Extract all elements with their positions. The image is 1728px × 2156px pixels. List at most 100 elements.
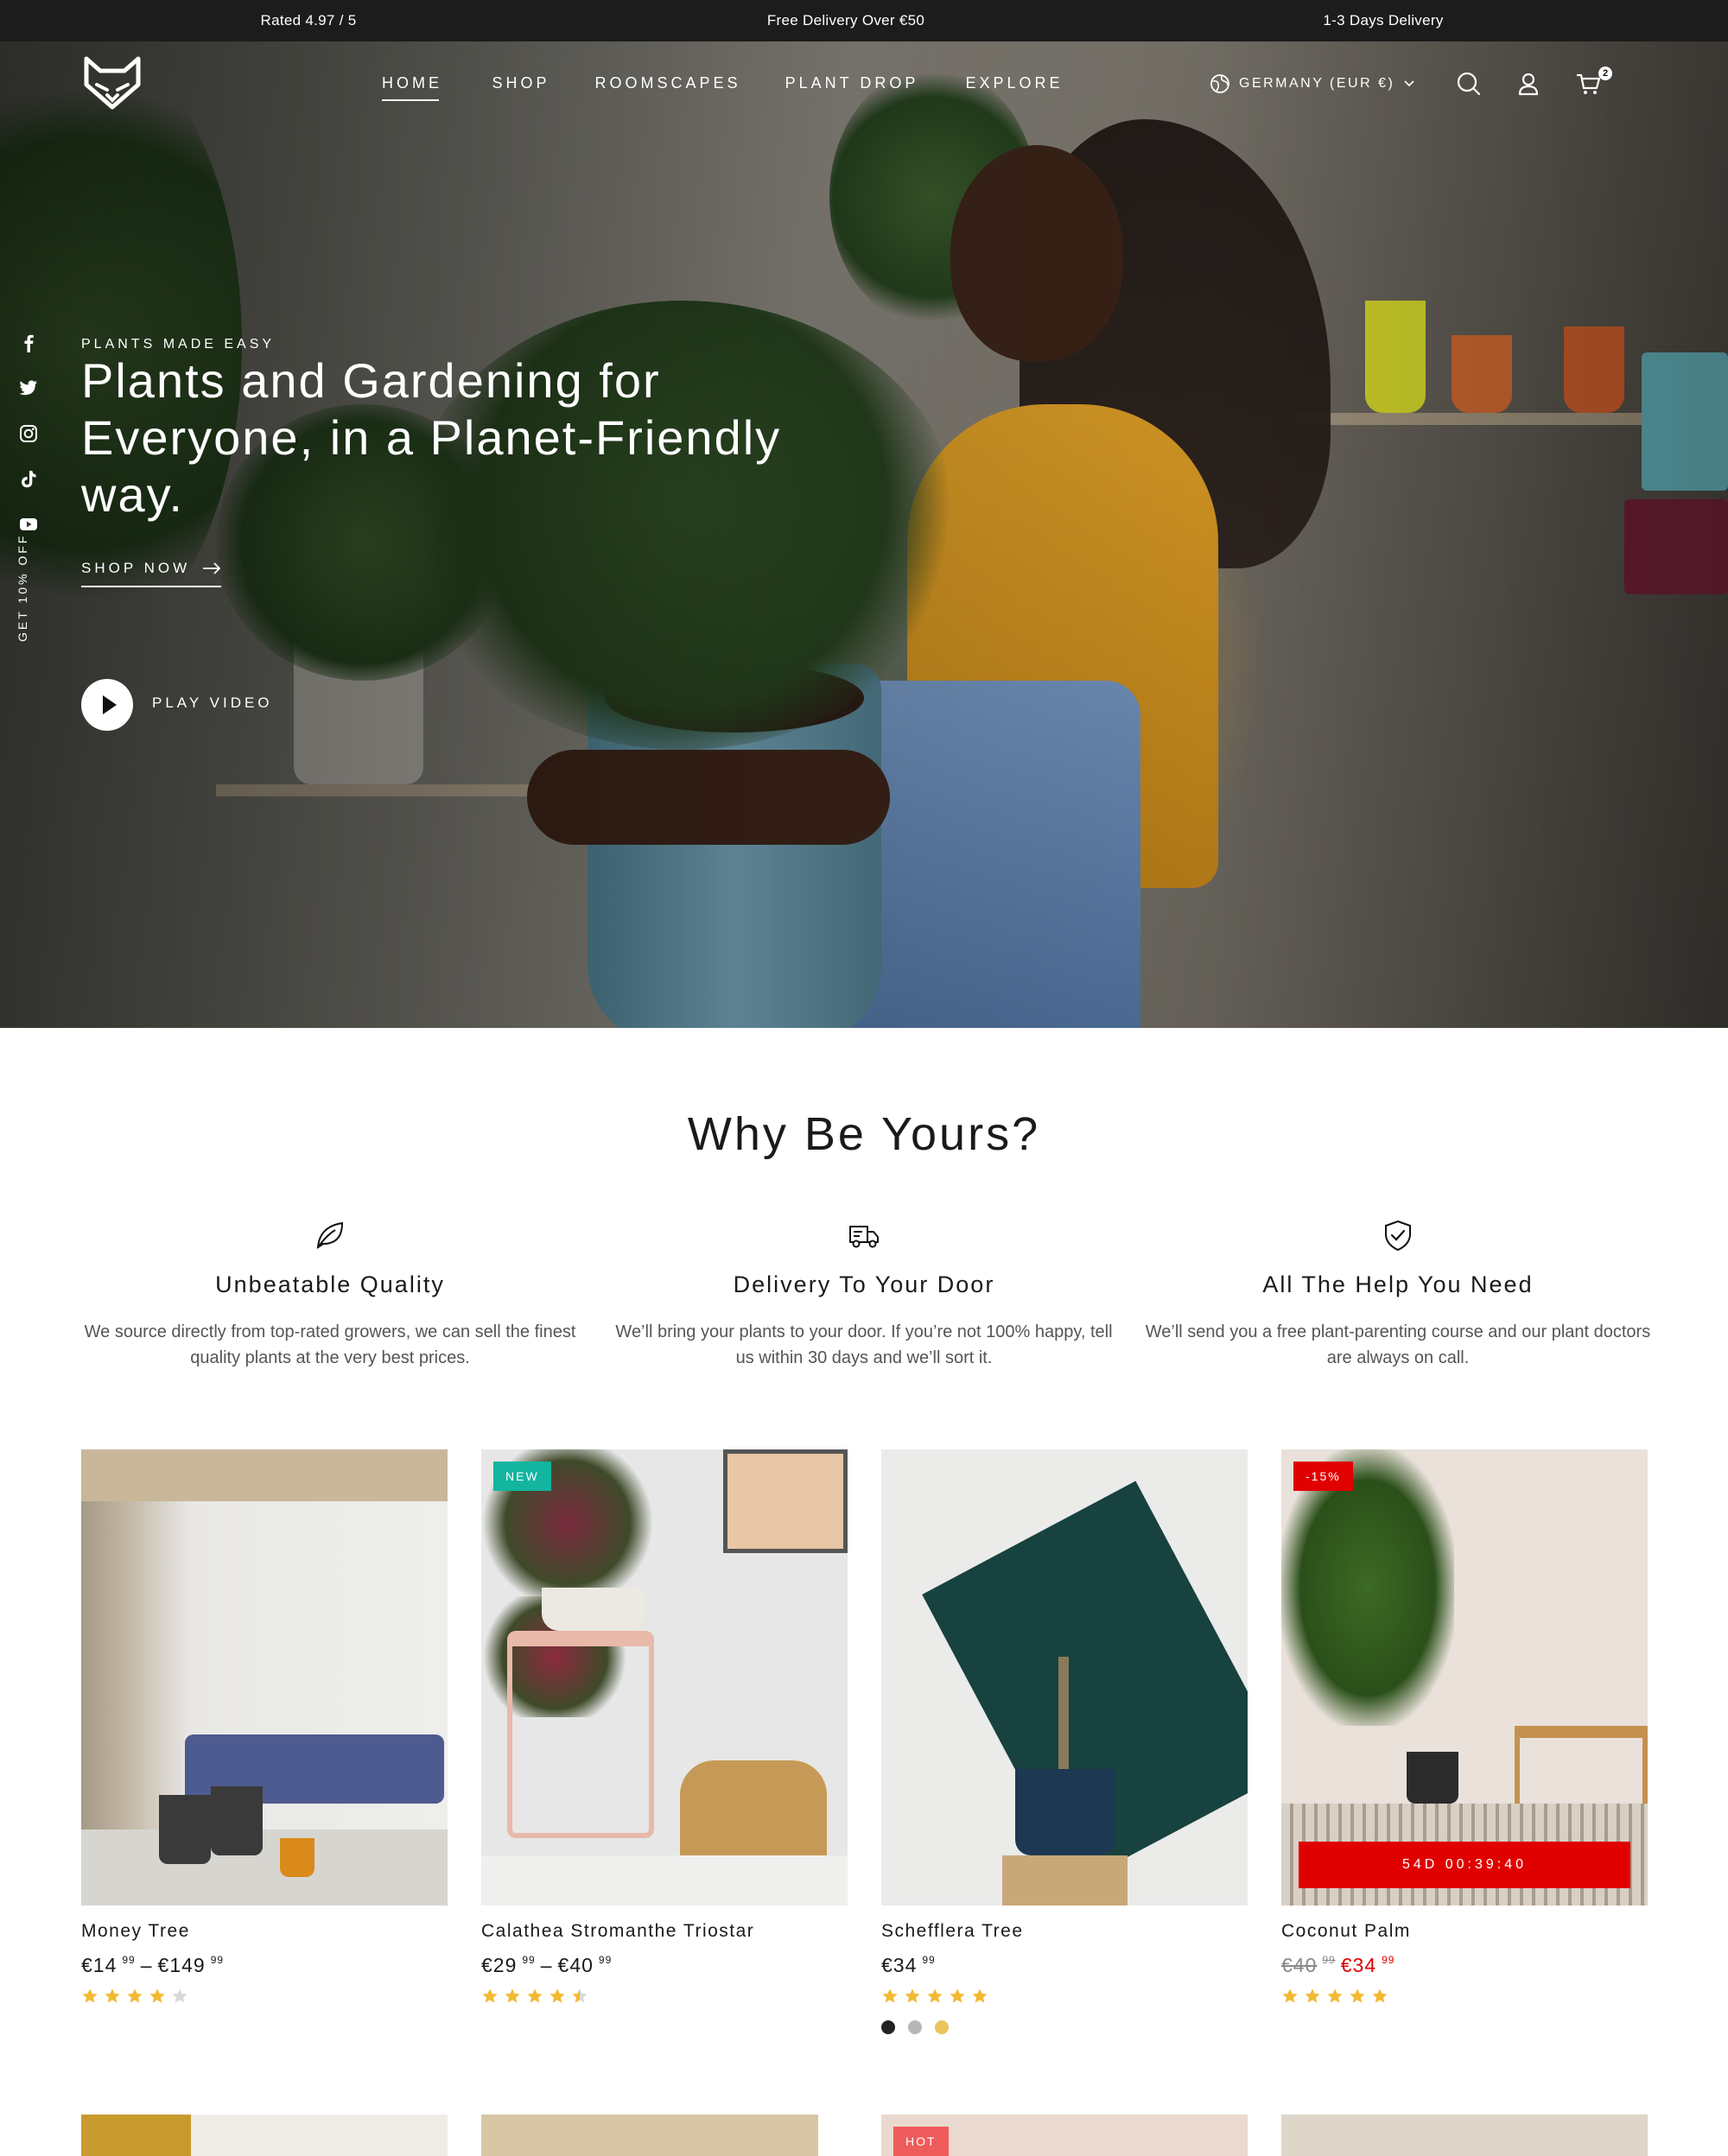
image-pot [542, 1588, 645, 1631]
star-icon [482, 1988, 498, 2003]
star-icon [1372, 1988, 1388, 2003]
price-cents: 99 [922, 1954, 936, 1966]
shop-now-link[interactable]: SHOP NOW [81, 560, 222, 587]
price: €34 [881, 1954, 918, 1976]
hero-title: Plants and Gardening for Everyone, in a … [81, 353, 782, 522]
star-icon [972, 1988, 988, 2003]
play-video-label[interactable]: PLAY VIDEO [152, 694, 273, 712]
star-icon [105, 1988, 120, 2003]
sale-price: €34 [1340, 1954, 1377, 1976]
product-card-image-partial[interactable]: HOT [881, 2115, 1248, 2156]
product-name[interactable]: Schefflera Tree [881, 1921, 1248, 1942]
image-pot [159, 1795, 211, 1864]
shop-now-label: SHOP NOW [81, 560, 191, 576]
arrow-right-icon [203, 562, 221, 574]
product-name[interactable]: Money Tree [81, 1921, 448, 1942]
feature-text: We source directly from top-rated grower… [84, 1322, 576, 1367]
star-icon [905, 1988, 920, 2003]
rating-stars [881, 1988, 1248, 2005]
star-icon [149, 1988, 165, 2003]
image-wall-art [723, 1449, 848, 1553]
delivery-truck-icon [849, 1226, 879, 1248]
star-icon [1282, 1988, 1298, 2003]
product-card[interactable]: NEW Calathea Stromanthe Triostar €29 99 –… [481, 1449, 848, 2005]
product-card-image-partial[interactable] [481, 2115, 818, 2156]
chevron-down-icon [1404, 80, 1414, 87]
rating-stars [81, 1988, 448, 2005]
star-icon [127, 1988, 143, 2003]
image-rattan-table [1515, 1726, 1648, 1812]
star-icon [882, 1988, 898, 2003]
nav-home[interactable]: HOME [382, 74, 442, 101]
feature-quality: Unbeatable Quality We source directly fr… [71, 1218, 589, 1371]
sale-countdown: 54D 00:39:40 [1299, 1842, 1630, 1888]
account-icon[interactable] [1514, 69, 1543, 98]
star-icon [1350, 1988, 1365, 2003]
product-card-image-partial[interactable] [1281, 2115, 1648, 2156]
product-image[interactable]: NEW [481, 1449, 848, 1906]
price-cents: 99 [598, 1954, 613, 1966]
nav-roomscapes[interactable]: ROOMSCAPES [594, 74, 740, 92]
image-ceiling [81, 1449, 448, 1501]
price-separator: – [140, 1954, 153, 1976]
nav-plant-drop[interactable]: PLANT DROP [785, 74, 919, 92]
old-price-cents: 99 [1322, 1954, 1336, 1966]
image-side-table [507, 1631, 654, 1838]
price-cents: 99 [522, 1954, 536, 1966]
product-badge: HOT [893, 2127, 949, 2156]
facebook-icon[interactable] [17, 332, 40, 354]
product-card[interactable]: Schefflera Tree €34 99 [881, 1449, 1248, 2034]
swatch-black[interactable] [881, 2020, 895, 2034]
product-card[interactable]: Money Tree €14 99 – €149 99 [81, 1449, 448, 2005]
color-swatches [881, 2020, 1248, 2034]
twitter-icon[interactable] [17, 377, 40, 399]
product-price: €14 99 – €149 99 [81, 1954, 448, 1977]
product-card[interactable]: -15% 54D 00:39:40 Coconut Palm €40 99 €34… [1281, 1449, 1648, 2005]
rating-text: Rated 4.97 / 5 [260, 12, 357, 29]
product-price: €29 99 – €40 99 [481, 1954, 848, 1977]
swatch-yellow[interactable] [935, 2020, 949, 2034]
hero-banner [0, 41, 1728, 1028]
sale-price-cents: 99 [1382, 1954, 1395, 1966]
rating-stars [1281, 1988, 1648, 2005]
product-price: €40 99 €34 99 [1281, 1954, 1648, 1977]
image-floor [481, 1855, 848, 1906]
search-icon[interactable] [1454, 69, 1483, 98]
product-price: €34 99 [881, 1954, 1248, 1977]
shield-check-icon [1385, 1221, 1411, 1251]
product-image[interactable] [81, 1449, 448, 1906]
feature-text: We’ll bring your plants to your door. If… [615, 1322, 1113, 1367]
hero-overlay [0, 41, 1728, 1028]
nav-explore[interactable]: EXPLORE [965, 74, 1063, 92]
cart-count-badge: 2 [1598, 67, 1612, 80]
image-foliage [1281, 1449, 1454, 1726]
side-promo-tab[interactable]: GET 10% OFF [16, 518, 40, 656]
nav-shop[interactable]: SHOP [492, 74, 550, 92]
product-image[interactable]: -15% 54D 00:39:40 [1281, 1449, 1648, 1906]
star-icon [550, 1988, 565, 2003]
tiktok-icon[interactable] [17, 468, 40, 491]
star-icon [1327, 1988, 1343, 2003]
feature-title: Unbeatable Quality [215, 1271, 445, 1297]
image-pot [1407, 1752, 1458, 1804]
feature-delivery: Delivery To Your Door We’ll bring your p… [605, 1218, 1123, 1371]
instagram-icon[interactable] [17, 422, 40, 445]
feature-help: All The Help You Need We’ll send you a f… [1139, 1218, 1657, 1371]
star-icon [572, 1988, 588, 2003]
play-video-button[interactable] [81, 679, 133, 731]
image-pot [280, 1838, 314, 1877]
product-name[interactable]: Calathea Stromanthe Triostar [481, 1921, 848, 1942]
locale-label: GERMANY (EUR €) [1239, 76, 1395, 91]
swatch-grey[interactable] [908, 2020, 922, 2034]
product-name[interactable]: Coconut Palm [1281, 1921, 1648, 1942]
old-price: €40 [1281, 1954, 1318, 1976]
star-icon [505, 1988, 520, 2003]
why-section-title: Why Be Yours? [687, 1108, 1041, 1160]
image-pot [1015, 1769, 1115, 1855]
image-floor [81, 1829, 448, 1906]
locale-selector[interactable]: GERMANY (EUR €) [1210, 71, 1415, 97]
image-pot [211, 1786, 263, 1855]
product-image[interactable] [881, 1449, 1248, 1906]
product-card-image-partial[interactable] [81, 2115, 448, 2156]
image-trunk [1058, 1657, 1069, 1778]
